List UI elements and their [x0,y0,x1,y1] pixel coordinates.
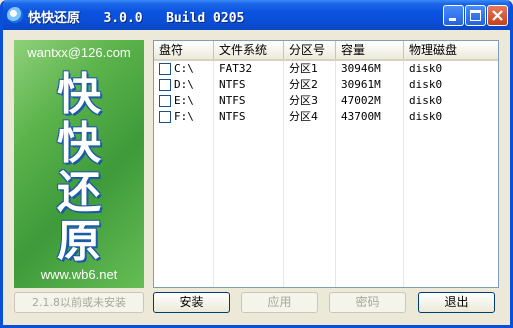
table-row[interactable]: E:\ NTFS 分区3 47002M disk0 [154,93,498,109]
partition-number: 分区2 [289,78,318,91]
install-button[interactable]: 安装 [153,292,230,313]
table-row[interactable]: D:\ NTFS 分区2 30961M disk0 [154,77,498,93]
main-window: 快快还原 3.0.0 Build 0205 wantxx@126.com 快快还… [0,0,513,328]
column-header-drive[interactable]: 盘符 [154,41,214,59]
app-icon [7,7,23,23]
capacity: 30946M [341,62,381,75]
capacity: 47002M [341,94,381,107]
partition-number: 分区4 [289,110,318,123]
minimize-icon [449,18,456,21]
column-header-filesystem[interactable]: 文件系统 [214,41,284,59]
brand-logo: 快快还原 [57,69,101,267]
drive-letter: E:\ [174,94,194,107]
list-header: 盘符 文件系统 分区号 容量 物理磁盘 [154,41,498,61]
file-system: NTFS [219,78,246,91]
partition-number: 分区1 [289,62,318,75]
maximize-icon [470,10,481,21]
close-button[interactable] [487,5,508,26]
file-system: FAT32 [219,62,253,75]
password-button[interactable]: 密码 [329,292,406,313]
file-system: NTFS [219,110,246,123]
column-header-capacity[interactable]: 容量 [336,41,404,59]
close-icon [492,10,503,21]
drive-letter: C:\ [174,62,194,75]
version-note: 2.1.8以前或未安装 [14,292,144,313]
title-bar[interactable]: 快快还原 3.0.0 Build 0205 [3,0,510,30]
physical-disk: disk0 [409,94,443,107]
website-link: www.wb6.net [40,267,118,282]
drive-letter: D:\ [174,78,194,91]
minimize-button[interactable] [443,5,464,26]
partition-list[interactable]: 盘符 文件系统 分区号 容量 物理磁盘 C:\ FAT32 分区1 30946M… [153,40,499,288]
brand-banner: wantxx@126.com 快快还原 www.wb6.net [14,40,144,288]
file-system: NTFS [219,94,246,107]
maximize-button[interactable] [465,5,486,26]
partition-number: 分区3 [289,94,318,107]
drive-checkbox[interactable] [159,63,171,75]
column-header-partition[interactable]: 分区号 [284,41,336,59]
capacity: 30961M [341,78,381,91]
column-header-disk[interactable]: 物理磁盘 [404,41,498,59]
apply-button[interactable]: 应用 [241,292,318,313]
drive-checkbox[interactable] [159,111,171,123]
drive-letter: F:\ [174,110,194,123]
table-row[interactable]: F:\ NTFS 分区4 43700M disk0 [154,109,498,125]
exit-button[interactable]: 退出 [418,292,495,313]
physical-disk: disk0 [409,110,443,123]
physical-disk: disk0 [409,62,443,75]
drive-checkbox[interactable] [159,79,171,91]
physical-disk: disk0 [409,78,443,91]
drive-checkbox[interactable] [159,95,171,107]
contact-email: wantxx@126.com [27,45,131,60]
capacity: 43700M [341,110,381,123]
table-row[interactable]: C:\ FAT32 分区1 30946M disk0 [154,61,498,77]
window-title: 快快还原 3.0.0 Build 0205 [28,11,245,26]
